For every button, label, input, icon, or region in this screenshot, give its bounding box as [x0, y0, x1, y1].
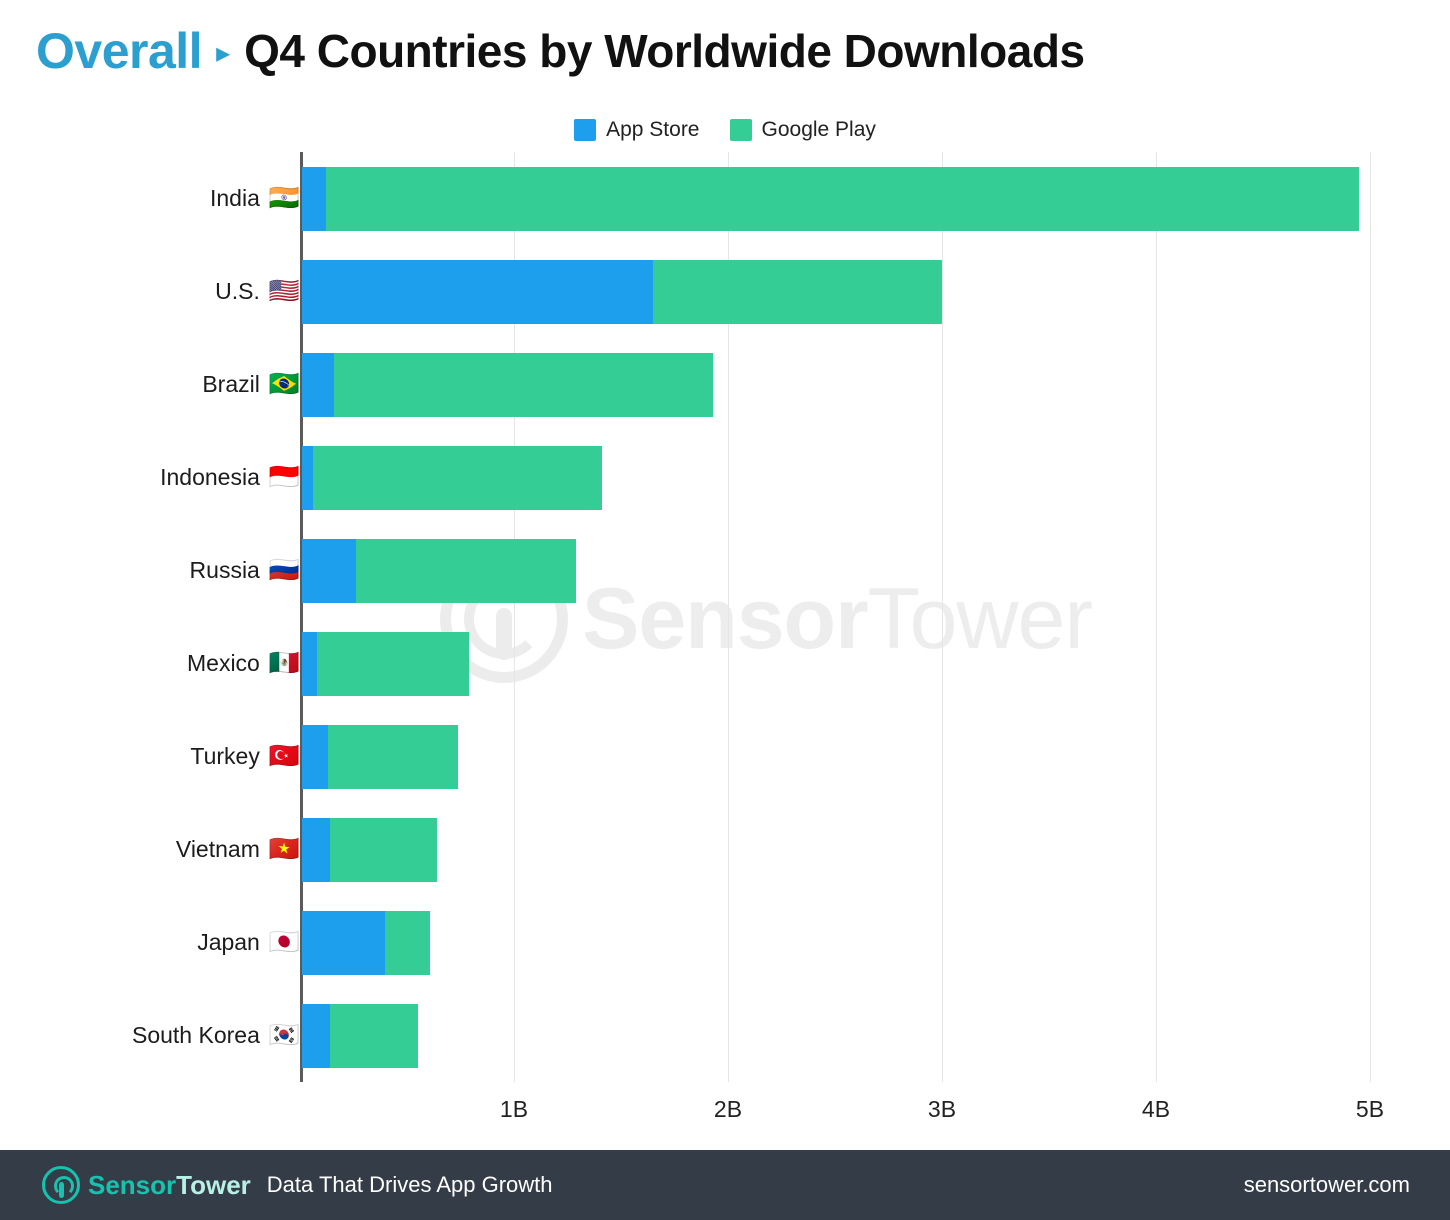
- category-label: Indonesia 🇮🇩: [0, 464, 300, 491]
- bar-segment-google-play[interactable]: [355, 538, 576, 603]
- chart-legend: App Store Google Play: [0, 118, 1450, 142]
- footer-url[interactable]: sensortower.com: [1244, 1172, 1410, 1198]
- stacked-bar[interactable]: [302, 1003, 418, 1068]
- country-name: Indonesia: [160, 464, 260, 490]
- category-label: Mexico 🇲🇽: [0, 650, 300, 677]
- stacked-bar[interactable]: [302, 352, 713, 417]
- stacked-bar[interactable]: [302, 538, 576, 603]
- bar-row[interactable]: Mexico 🇲🇽: [0, 617, 1450, 710]
- bar-segment-google-play[interactable]: [329, 1003, 418, 1068]
- bar-row[interactable]: Turkey 🇹🇷: [0, 710, 1450, 803]
- stacked-bar[interactable]: [302, 817, 437, 882]
- legend-item-app-store[interactable]: App Store: [574, 118, 700, 142]
- sensortower-logo-icon: [42, 1166, 80, 1204]
- bar-row[interactable]: Vietnam 🇻🇳: [0, 803, 1450, 896]
- country-name: Japan: [197, 929, 260, 955]
- country-flag-icon: 🇷🇺: [268, 556, 300, 584]
- country-name: Vietnam: [175, 836, 260, 862]
- stacked-bar[interactable]: [302, 445, 602, 510]
- category-label: Japan 🇯🇵: [0, 929, 300, 956]
- bar-segment-app-store[interactable]: [302, 1003, 330, 1068]
- bar-segment-google-play[interactable]: [334, 352, 713, 417]
- stacked-bar[interactable]: [302, 166, 1360, 231]
- legend-swatch-icon: [729, 119, 752, 141]
- bar-segment-google-play[interactable]: [652, 259, 942, 324]
- x-axis-tick-label: 1B: [499, 1096, 529, 1122]
- x-axis-tick-label: 4B: [1141, 1096, 1171, 1122]
- bar-segment-google-play[interactable]: [329, 817, 437, 882]
- category-label: Russia 🇷🇺: [0, 557, 300, 584]
- country-name: India: [209, 185, 260, 211]
- footer-logo-light: Tower: [176, 1169, 251, 1200]
- stacked-bar[interactable]: [302, 724, 459, 789]
- legend-swatch-icon: [574, 119, 597, 141]
- country-name: U.S.: [215, 278, 260, 304]
- chart-page: Overall ▸ Q4 Countries by Worldwide Down…: [0, 0, 1450, 1220]
- country-name: Turkey: [190, 743, 260, 769]
- country-flag-icon: 🇺🇸: [268, 277, 300, 305]
- bar-row[interactable]: U.S. 🇺🇸: [0, 245, 1450, 338]
- category-label: U.S. 🇺🇸: [0, 278, 300, 305]
- category-label: South Korea 🇰🇷: [0, 1022, 300, 1049]
- stacked-bar[interactable]: [302, 910, 431, 975]
- category-label: India 🇮🇳: [0, 185, 300, 212]
- country-flag-icon: 🇯🇵: [268, 928, 300, 956]
- legend-item-google-play[interactable]: Google Play: [729, 118, 876, 142]
- bar-segment-app-store[interactable]: [302, 259, 653, 324]
- bar-segment-google-play[interactable]: [316, 631, 469, 696]
- country-name: Brazil: [202, 371, 260, 397]
- bar-rows: India 🇮🇳 U.S. 🇺🇸 Brazil 🇧🇷 Indonesia 🇮🇩 Russia 🇷🇺…: [0, 152, 1450, 1082]
- bar-segment-google-play[interactable]: [325, 166, 1360, 231]
- country-name: Mexico: [187, 650, 260, 676]
- bar-segment-google-play[interactable]: [327, 724, 459, 789]
- stacked-bar[interactable]: [302, 631, 469, 696]
- bar-row[interactable]: Japan 🇯🇵: [0, 896, 1450, 989]
- x-axis-tick-label: 5B: [1355, 1096, 1385, 1122]
- footer-logo-bold: Sensor: [88, 1169, 177, 1200]
- country-flag-icon: 🇮🇳: [268, 184, 300, 212]
- page-footer: SensorTower Data That Drives App Growth …: [0, 1150, 1450, 1220]
- bar-segment-app-store[interactable]: [302, 724, 328, 789]
- country-flag-icon: 🇧🇷: [268, 370, 300, 398]
- page-title: Overall ▸ Q4 Countries by Worldwide Down…: [36, 22, 1085, 80]
- bar-row[interactable]: Indonesia 🇮🇩: [0, 431, 1450, 524]
- bar-row[interactable]: Brazil 🇧🇷: [0, 338, 1450, 431]
- footer-tagline: Data That Drives App Growth: [266, 1172, 553, 1197]
- legend-label: Google Play: [761, 118, 876, 141]
- country-flag-icon: 🇮🇩: [268, 463, 300, 491]
- footer-logo: SensorTower: [42, 1166, 251, 1204]
- category-label: Brazil 🇧🇷: [0, 371, 300, 398]
- bar-row[interactable]: Russia 🇷🇺: [0, 524, 1450, 617]
- x-axis-tick-label: 3B: [927, 1096, 957, 1122]
- bar-row[interactable]: India 🇮🇳: [0, 152, 1450, 245]
- country-flag-icon: 🇻🇳: [268, 835, 300, 863]
- legend-label: App Store: [606, 118, 700, 141]
- footer-logo-text: SensorTower: [88, 1170, 251, 1201]
- country-flag-icon: 🇹🇷: [268, 742, 300, 770]
- country-flag-icon: 🇰🇷: [268, 1021, 300, 1049]
- bar-segment-google-play[interactable]: [385, 910, 431, 975]
- bar-segment-app-store[interactable]: [302, 538, 356, 603]
- country-name: Russia: [189, 557, 260, 583]
- x-axis-tick-label: 2B: [713, 1096, 743, 1122]
- category-label: Vietnam 🇻🇳: [0, 836, 300, 863]
- bar-segment-app-store[interactable]: [302, 817, 330, 882]
- stacked-bar[interactable]: [302, 259, 942, 324]
- bar-segment-app-store[interactable]: [302, 166, 326, 231]
- triangle-right-icon: ▸: [216, 37, 231, 68]
- bar-segment-google-play[interactable]: [312, 445, 602, 510]
- title-category: Overall: [36, 23, 203, 79]
- category-label: Turkey 🇹🇷: [0, 743, 300, 770]
- bar-segment-app-store[interactable]: [302, 910, 386, 975]
- bar-segment-app-store[interactable]: [302, 352, 335, 417]
- bar-row[interactable]: South Korea 🇰🇷: [0, 989, 1450, 1082]
- bar-segment-app-store[interactable]: [302, 631, 317, 696]
- country-name: South Korea: [131, 1022, 260, 1048]
- country-flag-icon: 🇲🇽: [268, 649, 300, 677]
- bar-segment-app-store[interactable]: [302, 445, 313, 510]
- title-main: Q4 Countries by Worldwide Downloads: [244, 25, 1085, 77]
